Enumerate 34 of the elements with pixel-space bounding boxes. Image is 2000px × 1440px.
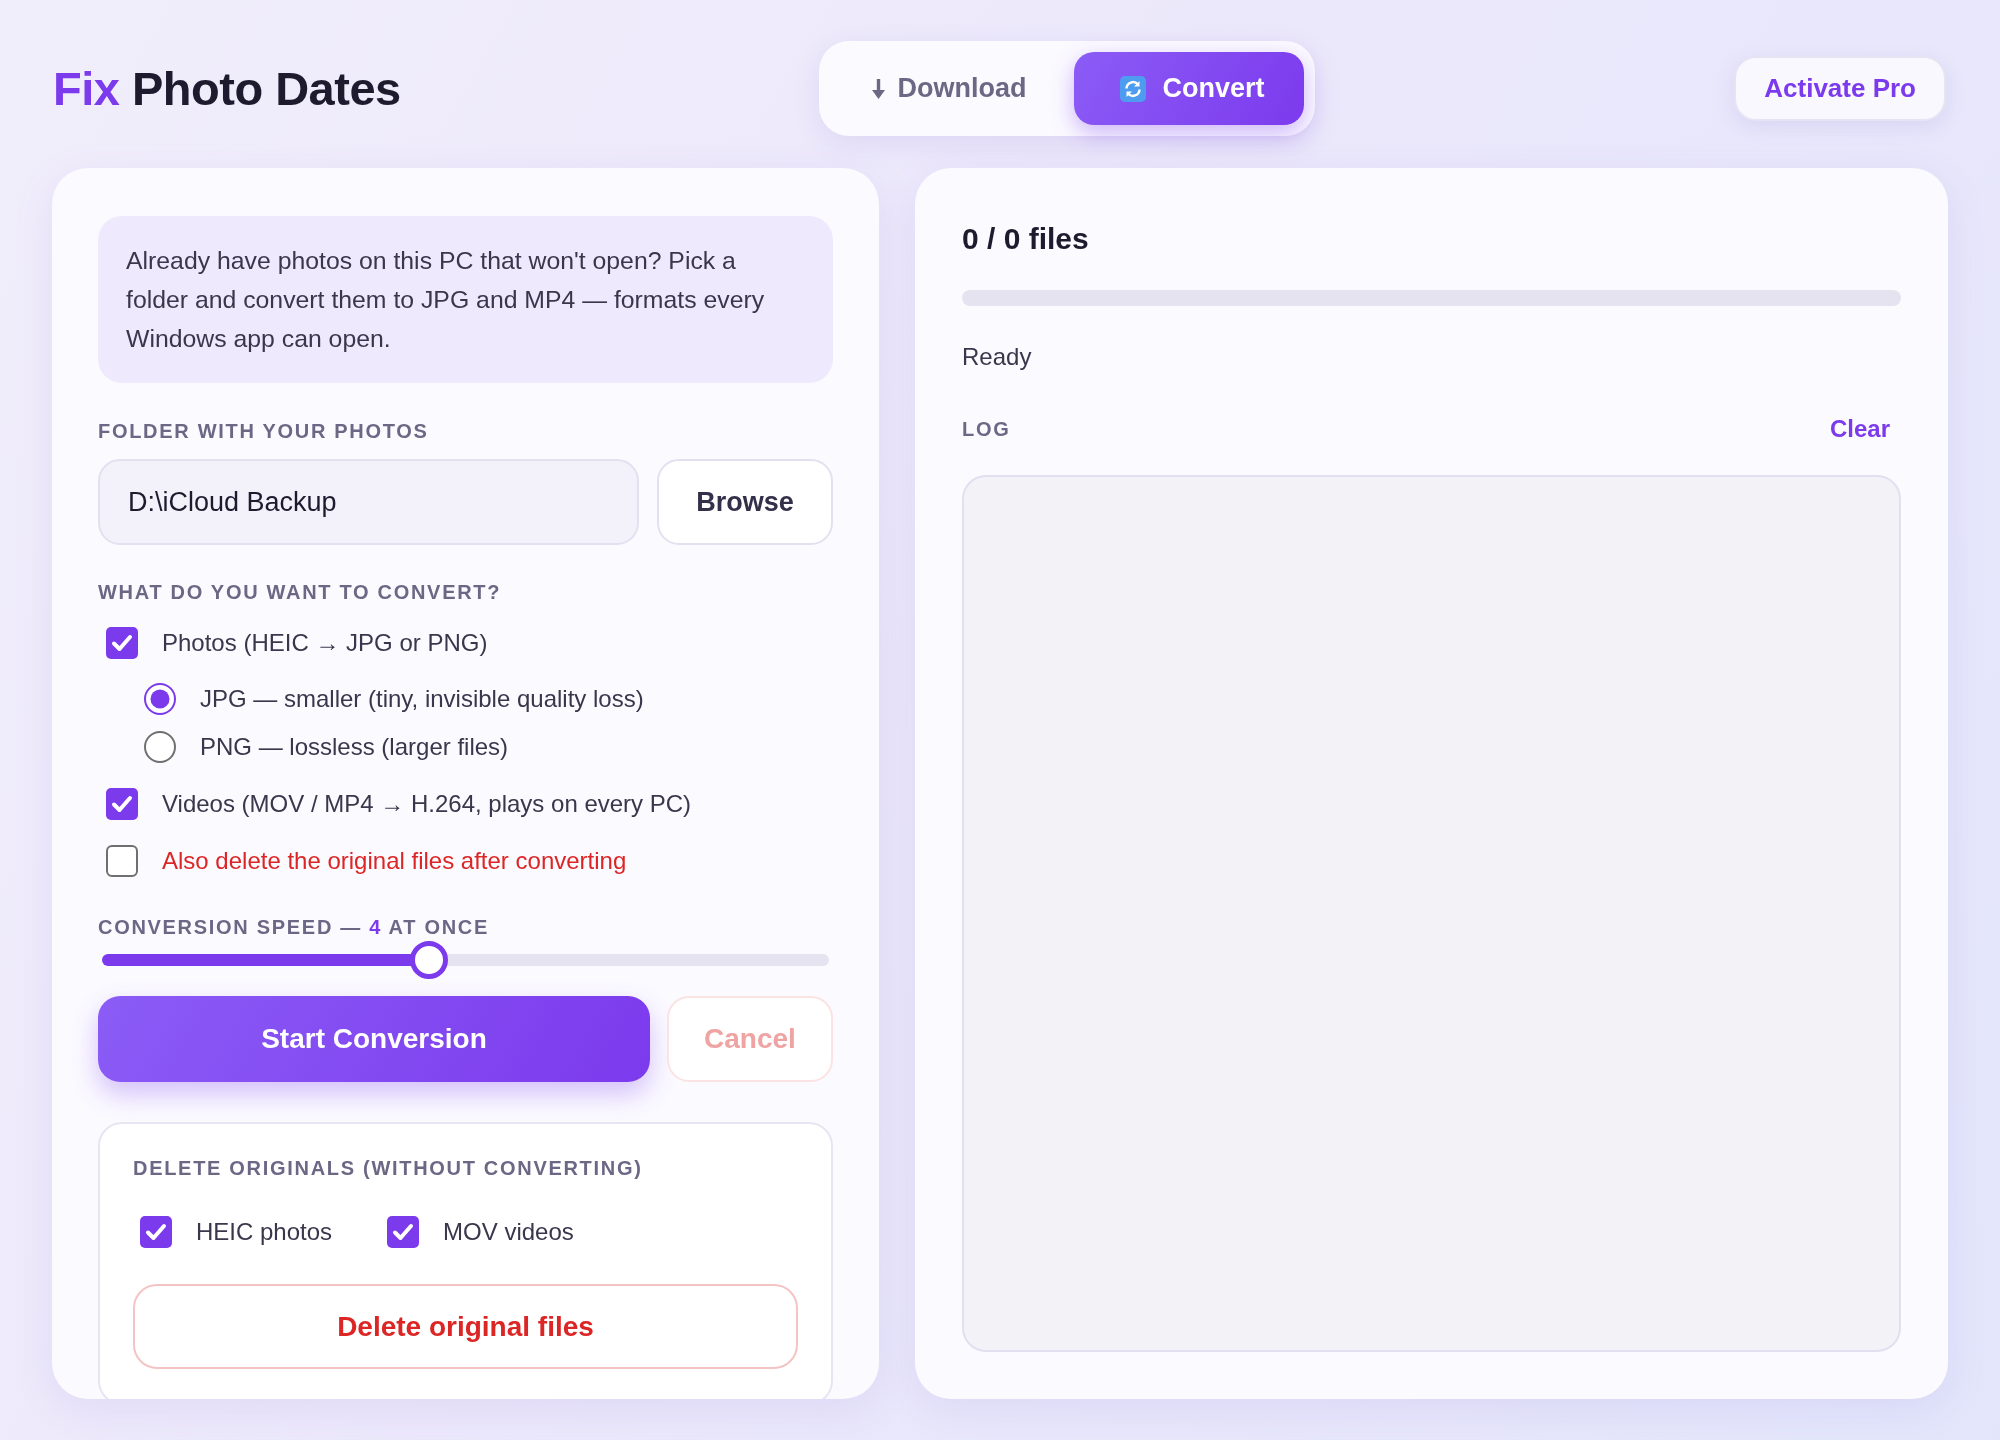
tab[interactable]: Convert xyxy=(1074,52,1305,125)
section-label: FOLDER WITH YOUR PHOTOS xyxy=(98,419,429,443)
delete-files-button[interactable]: Delete original files xyxy=(133,1284,798,1369)
option-label: Photos (HEIC → JPG or PNG) xyxy=(162,629,488,657)
refresh-icon xyxy=(1120,75,1147,102)
status-text: Ready xyxy=(962,345,1032,369)
radio-button[interactable] xyxy=(144,683,176,715)
section-label: WHAT DO YOU WANT TO CONVERT? xyxy=(98,580,502,604)
option-label: Also delete the original files after converting xyxy=(162,847,627,875)
arrow-down-icon xyxy=(872,78,886,99)
option-label: HEIC photos xyxy=(196,1218,333,1246)
activate-pro-button[interactable]: Activate Pro xyxy=(1734,56,1946,121)
file-count: 0 / 0 files xyxy=(962,221,1089,257)
checkbox[interactable] xyxy=(387,1216,420,1248)
tab[interactable]: Download xyxy=(830,52,1075,125)
speed-label: CONVERSION SPEED — 4 AT ONCE xyxy=(98,915,489,939)
option-label: MOV videos xyxy=(443,1218,574,1246)
app-title: Fix Photo Dates xyxy=(53,61,401,116)
browse-button[interactable]: Browse xyxy=(657,459,833,545)
checkbox[interactable] xyxy=(106,627,138,659)
radio-button[interactable] xyxy=(144,731,176,763)
slider-thumb[interactable] xyxy=(410,941,449,979)
checkbox[interactable] xyxy=(140,1216,172,1248)
checkbox[interactable] xyxy=(106,845,138,877)
clear-link[interactable]: Clear xyxy=(1818,413,1901,445)
option-label: Videos (MOV / MP4 → H.264, plays on every PC) xyxy=(162,790,692,818)
folder-field[interactable]: D:\iCloud Backup xyxy=(98,459,639,545)
section-label: DELETE ORIGINALS (WITHOUT CONVERTING) xyxy=(133,1156,643,1180)
intro-text: Already have photos on this PC that won't open? Pick a folder and convert them to JPG and MP4 — formats every Windows app can open. xyxy=(98,216,833,383)
section-label: LOG xyxy=(962,417,1011,441)
option-label: JPG — smaller (tiny, invisible quality loss) xyxy=(200,685,644,713)
checkbox[interactable] xyxy=(106,788,138,820)
start-conversion-button[interactable]: Start Conversion xyxy=(98,996,650,1082)
option-label: PNG — lossless (larger files) xyxy=(200,733,509,761)
